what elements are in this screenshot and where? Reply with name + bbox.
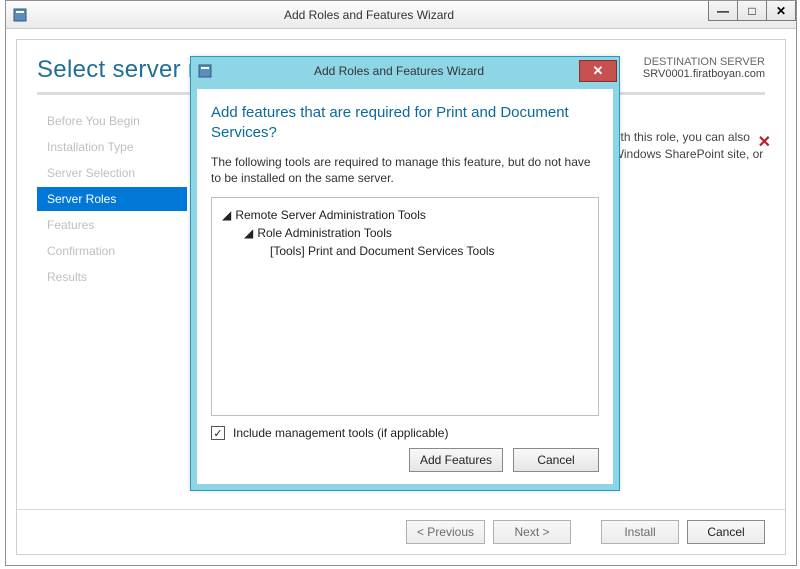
minimize-button[interactable]: — bbox=[708, 1, 738, 21]
dialog-titlebar: Add Roles and Features Wizard ✕ bbox=[191, 57, 619, 89]
close-button[interactable]: ✕ bbox=[766, 1, 796, 21]
dialog-border-bottom bbox=[191, 484, 619, 490]
outer-titlebar: Add Roles and Features Wizard — □ ✕ bbox=[6, 1, 796, 29]
include-management-tools-row[interactable]: ✓ Include management tools (if applicabl… bbox=[211, 426, 599, 440]
tree-item-print-doc-tools: [Tools] Print and Document Services Tool… bbox=[222, 242, 588, 260]
destination-info: DESTINATION SERVER SRV0001.firatboyan.co… bbox=[643, 56, 765, 80]
sidebar-item-server-selection[interactable]: Server Selection bbox=[37, 161, 187, 185]
tree-item-rsat: ◢ Remote Server Administration Tools bbox=[222, 206, 588, 224]
dialog-border-right bbox=[613, 89, 619, 484]
previous-button[interactable]: < Previous bbox=[406, 520, 485, 544]
sidebar-item-installation-type[interactable]: Installation Type bbox=[37, 135, 187, 159]
destination-host: SRV0001.firatboyan.com bbox=[643, 68, 765, 80]
dialog-close-button[interactable]: ✕ bbox=[579, 60, 617, 82]
dialog-button-row: Add Features Cancel bbox=[211, 448, 599, 472]
install-button[interactable]: Install bbox=[601, 520, 679, 544]
add-features-dialog: Add Roles and Features Wizard ✕ Add feat… bbox=[190, 56, 620, 491]
maximize-button[interactable]: □ bbox=[737, 1, 767, 21]
wizard-icon bbox=[197, 63, 213, 79]
feature-tree: ◢ Remote Server Administration Tools ◢ R… bbox=[211, 197, 599, 416]
close-page-icon[interactable]: ✕ bbox=[758, 132, 771, 152]
include-management-tools-checkbox[interactable]: ✓ bbox=[211, 426, 225, 440]
tree-item-role-admin-tools: ◢ Role Administration Tools bbox=[222, 224, 588, 242]
sidebar-item-features[interactable]: Features bbox=[37, 213, 187, 237]
dialog-cancel-button[interactable]: Cancel bbox=[513, 448, 599, 472]
add-features-button[interactable]: Add Features bbox=[409, 448, 503, 472]
spacer bbox=[579, 520, 593, 544]
dialog-description: The following tools are required to mana… bbox=[211, 154, 599, 188]
next-button[interactable]: Next > bbox=[493, 520, 571, 544]
wizard-icon bbox=[12, 7, 28, 23]
dialog-heading: Add features that are required for Print… bbox=[211, 103, 599, 144]
window-controls: — □ ✕ bbox=[704, 1, 796, 28]
destination-label: DESTINATION SERVER bbox=[643, 56, 765, 68]
outer-window-title: Add Roles and Features Wizard bbox=[34, 8, 704, 22]
sidebar-item-before-you-begin[interactable]: Before You Begin bbox=[37, 109, 187, 133]
cancel-button[interactable]: Cancel bbox=[687, 520, 765, 544]
sidebar-item-confirmation[interactable]: Confirmation bbox=[37, 239, 187, 263]
sidebar-item-results[interactable]: Results bbox=[37, 265, 187, 289]
dialog-title: Add Roles and Features Wizard bbox=[219, 64, 579, 78]
sidebar: Before You Begin Installation Type Serve… bbox=[37, 109, 187, 501]
button-bar: < Previous Next > Install Cancel bbox=[17, 509, 785, 554]
dialog-body: Add features that are required for Print… bbox=[197, 89, 613, 484]
dialog-body-row: Add features that are required for Print… bbox=[191, 89, 619, 484]
sidebar-item-server-roles[interactable]: Server Roles bbox=[37, 187, 187, 211]
include-management-tools-label: Include management tools (if applicable) bbox=[233, 426, 448, 440]
